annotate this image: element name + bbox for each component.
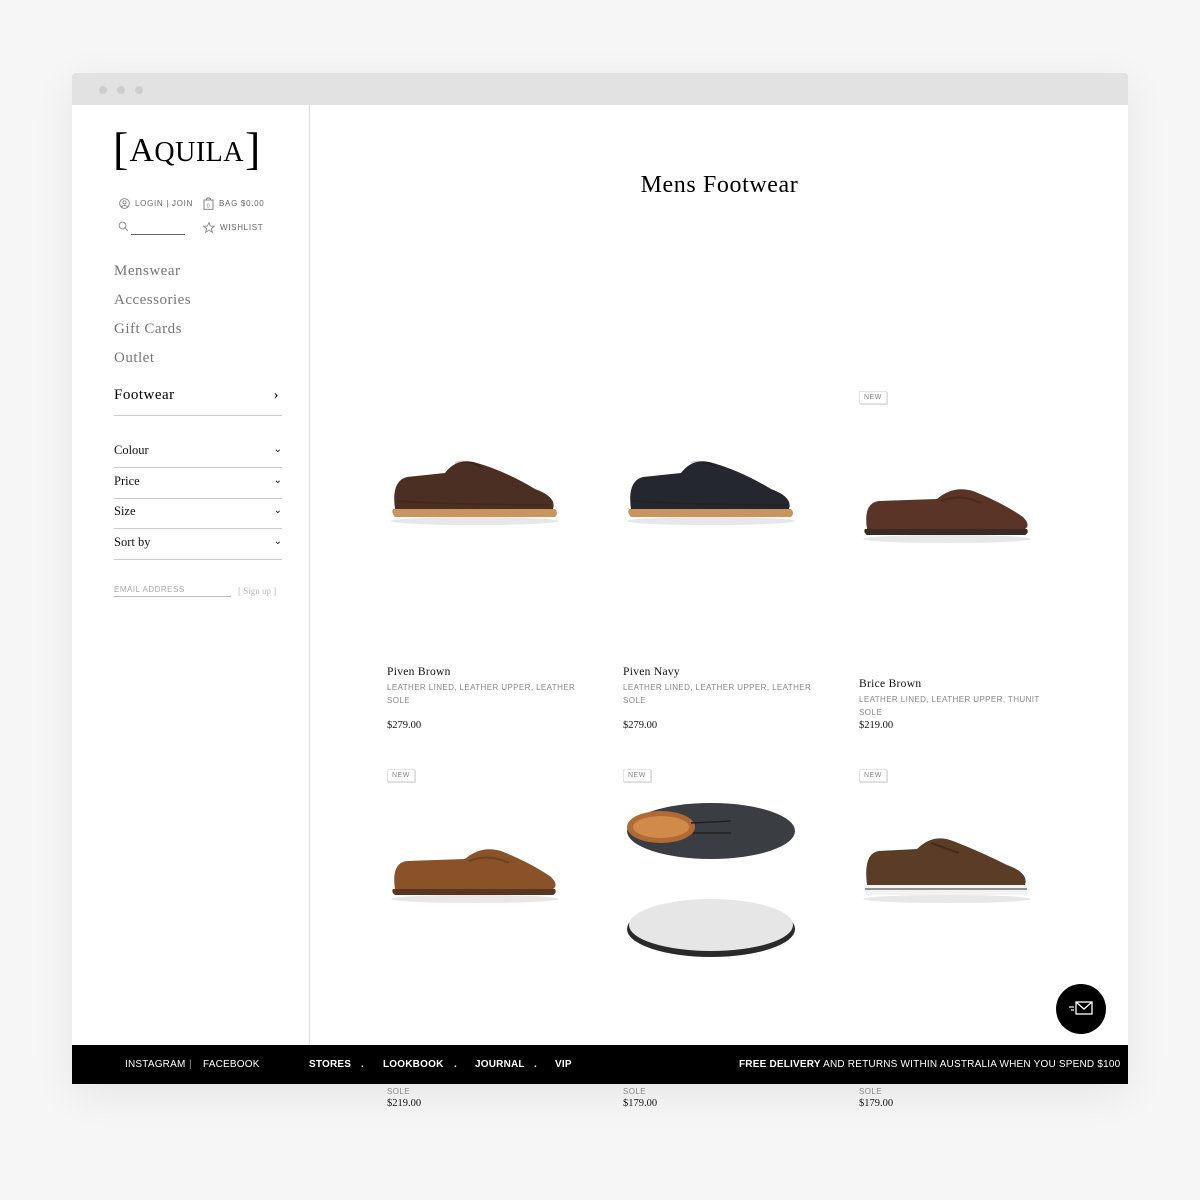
svg-text:0: 0 bbox=[207, 204, 211, 210]
window-maximize-dot[interactable] bbox=[135, 86, 143, 94]
filter-sort-by[interactable]: Sort by ⌄ bbox=[114, 535, 282, 560]
delivery-promo: FREE DELIVERY AND RETURNS WITHIN AUSTRAL… bbox=[739, 1059, 1120, 1070]
footer-link-stores[interactable]: STORES bbox=[309, 1059, 351, 1070]
instagram-link[interactable]: INSTAGRAM bbox=[125, 1059, 186, 1070]
login-label: LOGIN | JOIN bbox=[135, 199, 194, 208]
bag-icon: 0 bbox=[203, 197, 214, 210]
user-icon bbox=[119, 198, 130, 209]
chevron-down-icon: ⌄ bbox=[273, 536, 282, 547]
product-price: $279.00 bbox=[387, 720, 422, 731]
search-icon[interactable] bbox=[118, 221, 129, 232]
filter-price[interactable]: Price ⌄ bbox=[114, 474, 282, 499]
footer-link-lookbook[interactable]: LOOKBOOK bbox=[383, 1059, 444, 1070]
filter-colour[interactable]: Colour ⌄ bbox=[114, 443, 282, 468]
filter-size[interactable]: Size ⌄ bbox=[114, 504, 282, 529]
signup-button[interactable]: [ Sign up ] bbox=[238, 586, 276, 596]
bag-link[interactable]: 0 BAG $0.00 bbox=[203, 197, 264, 210]
product-description: LEATHER LINED, LEATHER UPPER, LEATHER SO… bbox=[387, 683, 576, 705]
nav-item-menswear[interactable]: Menswear bbox=[114, 263, 180, 280]
newsletter-button[interactable] bbox=[1056, 984, 1106, 1034]
nav-item-footwear[interactable]: Footwear › bbox=[114, 387, 282, 416]
chevron-right-icon: › bbox=[273, 387, 279, 403]
promo-bold: FREE DELIVERY bbox=[739, 1059, 821, 1070]
product-name[interactable]: Piven Brown bbox=[387, 666, 451, 678]
product-price: $179.00 bbox=[859, 1098, 894, 1109]
nav-item-accessories[interactable]: Accessories bbox=[114, 292, 191, 309]
logo-bracket-right: ] bbox=[244, 123, 261, 174]
window-minimize-dot[interactable] bbox=[117, 86, 125, 94]
star-icon bbox=[203, 222, 215, 233]
product-image[interactable] bbox=[857, 469, 1037, 549]
wishlist-label: WISHLIST bbox=[220, 223, 264, 232]
product-image[interactable] bbox=[621, 451, 801, 531]
window-close-dot[interactable] bbox=[99, 86, 107, 94]
footer-link-vip[interactable]: VIP bbox=[555, 1059, 572, 1070]
footer-bar: INSTAGRAM | FACEBOOK STORES . LOOKBOOK .… bbox=[72, 1045, 1128, 1084]
product-price: $279.00 bbox=[623, 720, 658, 731]
product-name[interactable]: Piven Navy bbox=[623, 666, 680, 678]
product-price: $219.00 bbox=[859, 720, 894, 731]
page-title: Mens Footwear bbox=[640, 172, 799, 198]
chevron-down-icon: ⌄ bbox=[273, 475, 282, 486]
envelope-icon bbox=[1069, 1001, 1093, 1015]
browser-titlebar bbox=[72, 73, 1128, 105]
login-link[interactable]: LOGIN | JOIN bbox=[119, 198, 193, 209]
facebook-link[interactable]: FACEBOOK bbox=[203, 1059, 260, 1070]
bag-label: BAG $0.00 bbox=[219, 199, 265, 208]
product-price: $219.00 bbox=[387, 1098, 422, 1109]
product-image[interactable] bbox=[857, 829, 1037, 909]
email-field[interactable]: EMAIL ADDRESS bbox=[114, 585, 231, 597]
product-description: LEATHER LINED, LEATHER UPPER, LEATHER SO… bbox=[623, 683, 812, 705]
product-price: $179.00 bbox=[623, 1098, 658, 1109]
new-badge: NEW bbox=[859, 391, 887, 404]
chevron-down-icon: ⌄ bbox=[273, 505, 282, 516]
product-image[interactable] bbox=[385, 829, 565, 909]
product-image[interactable] bbox=[385, 451, 565, 531]
search-input[interactable] bbox=[131, 234, 185, 235]
filter-label: Price bbox=[114, 474, 140, 488]
footer-link-separator: . bbox=[361, 1059, 364, 1070]
new-badge: NEW bbox=[387, 769, 415, 782]
product-description: LEATHER LINED, LEATHER UPPER, THUNIT SOL… bbox=[859, 695, 1040, 717]
promo-rest: AND RETURNS WITHIN AUSTRALIA WHEN YOU SP… bbox=[820, 1059, 1121, 1070]
product-image[interactable] bbox=[621, 787, 801, 967]
nav-item-outlet[interactable]: Outlet bbox=[114, 350, 155, 367]
logo-wordmark: AQUILA bbox=[128, 129, 245, 175]
filter-label: Colour bbox=[114, 443, 149, 457]
sidebar: [ AQUILA ] LOGIN | JOIN 0 BAG $0.00 WISH… bbox=[72, 105, 310, 1045]
footer-link-separator: . bbox=[454, 1059, 457, 1070]
product-listing: Mens Footwear Piven Brown LEATHER LINED, … bbox=[311, 105, 1128, 1109]
footwear-label: Footwear bbox=[114, 387, 175, 403]
footer-link-journal[interactable]: JOURNAL bbox=[475, 1059, 525, 1070]
social-separator: | bbox=[189, 1059, 192, 1070]
browser-window: [ AQUILA ] LOGIN | JOIN 0 BAG $0.00 WISH… bbox=[72, 73, 1128, 1109]
logo-initial: A bbox=[129, 132, 155, 169]
footer-link-separator: . bbox=[534, 1059, 537, 1070]
filter-label: Sort by bbox=[114, 535, 151, 549]
wishlist-link[interactable]: WISHLIST bbox=[203, 222, 263, 233]
new-badge: NEW bbox=[859, 769, 887, 782]
chevron-down-icon: ⌄ bbox=[273, 444, 282, 455]
product-name[interactable]: Brice Brown bbox=[859, 678, 921, 690]
nav-item-gift-cards[interactable]: Gift Cards bbox=[114, 321, 182, 338]
filter-label: Size bbox=[114, 504, 136, 518]
brand-logo[interactable]: [ AQUILA ] bbox=[113, 123, 261, 175]
logo-rest: QUILA bbox=[154, 137, 244, 168]
logo-bracket-left: [ bbox=[113, 123, 129, 174]
new-badge: NEW bbox=[623, 769, 651, 782]
